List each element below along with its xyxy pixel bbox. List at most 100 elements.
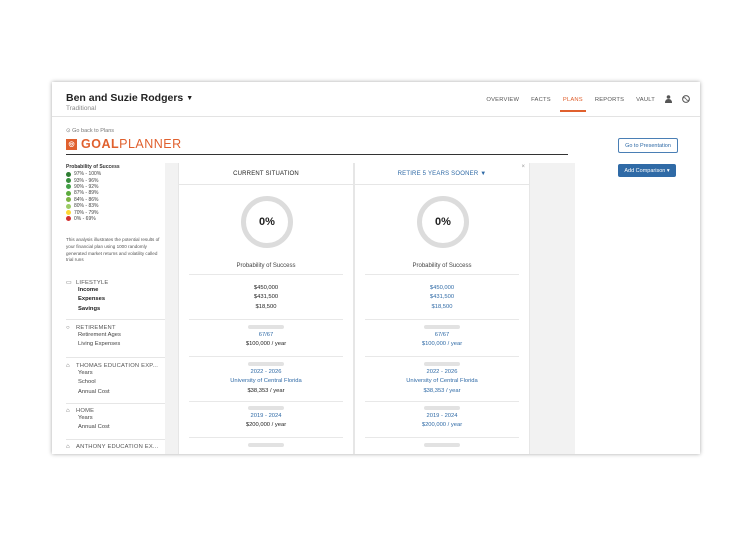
retirement-ages-value[interactable]: 67/67: [179, 331, 353, 340]
status-dot-icon: [66, 171, 71, 177]
money-icon: ▭: [66, 280, 72, 286]
section-title: LIFESTYLE: [76, 279, 109, 286]
section-divider: [66, 439, 166, 440]
placeholder-bar: [248, 362, 284, 366]
legend-label: 90% - 92%: [74, 183, 99, 190]
status-dot-icon: [66, 210, 71, 216]
status-dot-icon: [66, 203, 71, 209]
title-divider: [66, 154, 568, 155]
thomas-cost-value: $38,353 / year: [247, 387, 285, 394]
legend-label: 97% - 100%: [74, 171, 102, 178]
scenario-column-retire-sooner: RETIRE 5 YEARS SOONER ▼ × 0% Probability…: [354, 163, 530, 454]
goal-planner-logo-icon: ◎: [66, 138, 77, 150]
probability-ring: 0%: [417, 196, 469, 248]
placeholder-bar: [424, 325, 460, 329]
nav-overview[interactable]: OVERVIEW: [486, 97, 519, 103]
thomas-cost-value[interactable]: $38,353 / year: [355, 387, 529, 396]
thomas-school-value[interactable]: University of Central Florida: [179, 377, 353, 386]
cell-divider: [189, 437, 343, 438]
placeholder-bar: [424, 406, 460, 410]
section-retirement: ○ RETIREMENT Retirement Ages Living Expen…: [66, 325, 166, 350]
scenario-dropdown[interactable]: RETIRE 5 YEARS SOONER ▼: [355, 163, 529, 185]
back-link-label: Go back to Plans: [72, 128, 115, 134]
home-values: 2019 - 2024 $200,000 / year: [179, 406, 353, 431]
legend-title: Probability of Success: [66, 164, 120, 170]
cell-divider: [365, 401, 519, 402]
retirement-ages-value[interactable]: 67/67: [355, 331, 529, 340]
legend-label: 80% - 83%: [74, 203, 99, 210]
section-divider: [66, 357, 166, 358]
nav-reports[interactable]: REPORTS: [595, 97, 624, 103]
anthony-values: [355, 443, 529, 449]
probability-value: 0%: [435, 216, 451, 228]
expenses-value[interactable]: $431,500: [355, 293, 529, 302]
nav-facts[interactable]: FACTS: [531, 97, 551, 103]
placeholder-bar: [424, 362, 460, 366]
legend-label: 0% - 69%: [74, 215, 96, 222]
living-expenses-value[interactable]: $100,000 / year: [355, 340, 529, 349]
placeholder-bar: [248, 325, 284, 329]
legend-label: 87% - 89%: [74, 190, 99, 197]
scenario-title: CURRENT SITUATION: [179, 163, 353, 185]
status-dot-icon: [66, 184, 71, 190]
savings-value: $18,500: [255, 303, 277, 310]
expenses-value: $431,500: [253, 294, 279, 301]
user-icon[interactable]: [665, 95, 672, 105]
section-header: ⌂ ANTHONY EDUCATION EX...: [66, 444, 166, 450]
legend-item: 0% - 69%: [66, 216, 161, 222]
retirement-values: 67/67 $100,000 / year: [179, 325, 353, 350]
home-years-value[interactable]: 2019 - 2024: [179, 412, 353, 421]
back-to-plans-link[interactable]: ⊙ Go back to Plans: [66, 128, 114, 134]
section-anthony-education: ⌂ ANTHONY EDUCATION EX...: [66, 444, 166, 450]
graduation-cap-icon: ⌂: [66, 363, 70, 369]
title-bold: GOAL: [81, 137, 120, 151]
status-dot-icon: [66, 197, 71, 203]
row-label: Income: [78, 287, 99, 293]
lifestyle-values: $450,000 $431,500 $18,500: [179, 284, 353, 312]
nav-plans[interactable]: PLANS: [559, 97, 586, 112]
main-nav: OVERVIEW FACTS PLANS REPORTS VAULT: [474, 95, 690, 112]
home-values: 2019 - 2024 $200,000 / year: [355, 406, 529, 431]
go-to-presentation-button[interactable]: Go to Presentation: [618, 138, 678, 153]
nav-vault[interactable]: VAULT: [636, 97, 655, 103]
income-value[interactable]: $450,000: [355, 284, 529, 293]
section-divider: [66, 403, 166, 404]
retirement-values: 67/67 $100,000 / year: [355, 325, 529, 350]
status-dot-icon: [66, 216, 71, 222]
client-name-dropdown[interactable]: Ben and Suzie Rodgers ▼: [66, 92, 193, 104]
section-title: ANTHONY EDUCATION EX...: [76, 444, 159, 450]
add-comparison-button[interactable]: Add Comparison ▾: [618, 164, 676, 177]
cell-divider: [365, 437, 519, 438]
close-icon[interactable]: ×: [521, 164, 525, 170]
legend-label: 70% - 79%: [74, 209, 99, 216]
top-header: Ben and Suzie Rodgers ▼ Traditional OVERV…: [52, 82, 700, 117]
legend-label: 84% - 86%: [74, 196, 99, 203]
globe-icon[interactable]: [682, 95, 690, 105]
living-expenses-value: $100,000 / year: [245, 341, 287, 348]
row-label: Annual Cost: [78, 388, 110, 395]
status-dot-icon: [66, 178, 71, 184]
home-years-value[interactable]: 2019 - 2024: [355, 412, 529, 421]
section-divider: [66, 319, 166, 320]
section-thomas-education: ⌂ THOMAS EDUCATION EXP... Years School An…: [66, 363, 166, 397]
row-label: School: [78, 379, 96, 386]
thomas-years-value[interactable]: 2022 - 2026: [355, 368, 529, 377]
row-label: Savings: [78, 305, 101, 312]
circle-icon: ○: [66, 325, 70, 331]
placeholder-bar: [248, 443, 284, 447]
probability-label: Probability of Success: [236, 263, 296, 269]
home-cost-value[interactable]: $200,000 / year: [355, 421, 529, 430]
client-subtitle: Traditional: [66, 105, 97, 112]
back-arrow-icon: ⊙: [66, 128, 71, 134]
savings-value[interactable]: $18,500: [355, 303, 529, 312]
cell-divider: [189, 401, 343, 402]
row-label: Annual Cost: [78, 424, 110, 431]
thomas-school-value[interactable]: University of Central Florida: [355, 377, 529, 386]
probability-ring: 0%: [241, 196, 293, 248]
app-window: Ben and Suzie Rodgers ▼ Traditional OVERV…: [52, 82, 700, 454]
thomas-years-value[interactable]: 2022 - 2026: [179, 368, 353, 377]
income-value: $450,000: [253, 285, 279, 291]
goal-planner-title: ◎ GOAL PLANNER: [66, 137, 182, 151]
thomas-values: 2022 - 2026 University of Central Florid…: [355, 362, 529, 396]
cell-divider: [365, 319, 519, 320]
